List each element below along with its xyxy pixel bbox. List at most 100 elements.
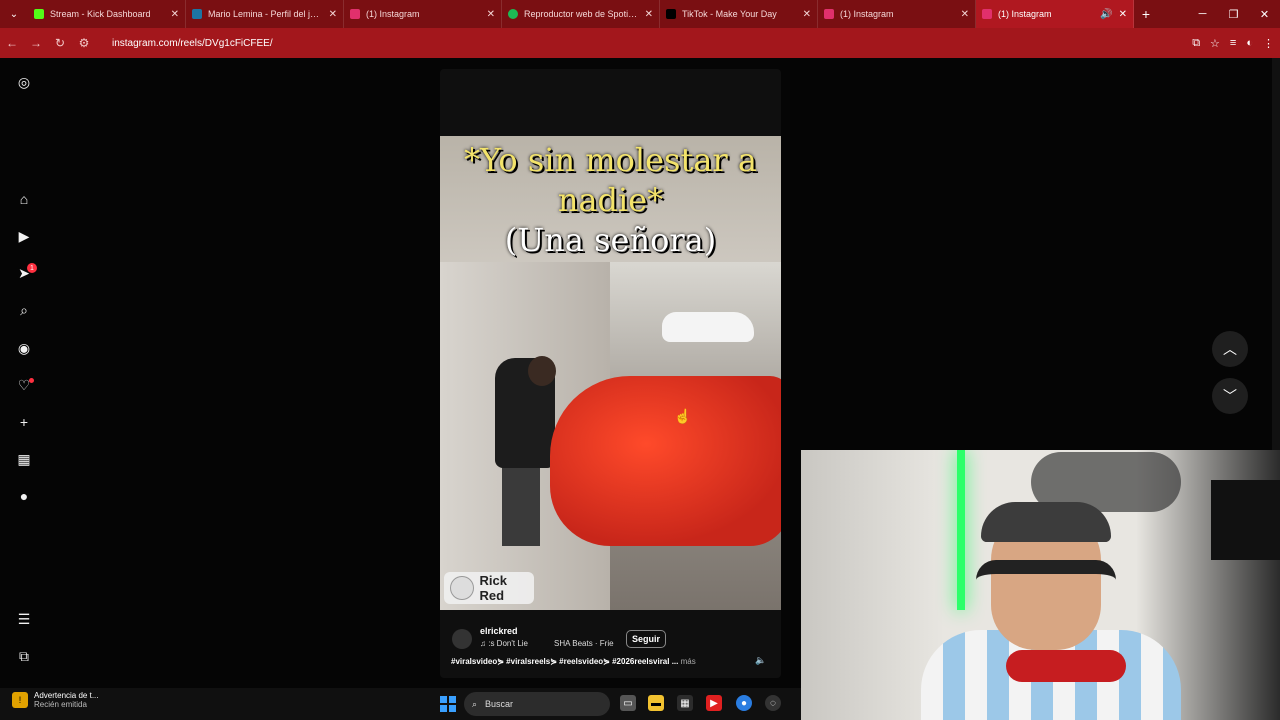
tab-instagram-1[interactable]: (1) Instagram ✕ — [344, 0, 502, 28]
url-field[interactable]: instagram.com/reels/DVg1cFiCFEE/ — [112, 38, 273, 49]
instagram-icon — [982, 9, 992, 19]
tab-title: Stream - Kick Dashboard — [50, 9, 151, 19]
close-icon[interactable]: ✕ — [803, 9, 811, 20]
search-icon[interactable]: ⌕ — [14, 300, 34, 320]
tab-kick[interactable]: Stream - Kick Dashboard ✕ — [28, 0, 186, 28]
close-icon[interactable]: ✕ — [329, 9, 337, 20]
creator-face-icon — [450, 576, 474, 600]
hashtags-text[interactable]: #viralsvideo⋟ #viralsreels⋟ #reelsvideo⋟… — [451, 657, 678, 666]
tab-strip: ⌄ Stream - Kick Dashboard ✕ Mario Lemina… — [0, 0, 1280, 28]
creator-watermark: Rick Red — [444, 572, 534, 604]
video-caption: *Yo sin molestar a nadie* (Una señora) — [440, 140, 781, 260]
media-controls-icon[interactable]: ≡ — [1230, 37, 1236, 49]
creator-username[interactable]: elrickred — [480, 626, 518, 636]
reels-icon[interactable]: ▶ — [14, 226, 34, 246]
dashboard-icon[interactable]: ▦ — [14, 449, 34, 469]
youtube-icon[interactable]: ▶ — [706, 695, 722, 711]
reel-player[interactable]: *Yo sin molestar a nadie* (Una señora) R… — [440, 69, 781, 678]
install-icon[interactable]: ⧉ — [1192, 37, 1200, 50]
tab-spotify[interactable]: Reproductor web de Spotify: m ✕ — [502, 0, 660, 28]
file-explorer-icon[interactable]: ▬ — [648, 695, 664, 711]
tab-instagram-2[interactable]: (1) Instagram ✕ — [818, 0, 976, 28]
caption-main: *Yo sin molestar a nadie* — [464, 141, 757, 219]
create-icon[interactable]: + — [14, 412, 34, 432]
instagram-logo-icon[interactable]: ◎ — [14, 72, 34, 92]
profile-avatar[interactable]: ● — [14, 486, 34, 506]
bookmark-star-icon[interactable]: ☆ — [1210, 37, 1220, 50]
previous-reel-button[interactable]: ︿ — [1212, 331, 1248, 367]
video-scene-person-legs — [502, 466, 540, 546]
close-icon[interactable]: ✕ — [961, 9, 969, 20]
webcam-green-light — [957, 450, 965, 610]
tab-tiktok[interactable]: TikTok - Make Your Day ✕ — [660, 0, 818, 28]
minimize-icon[interactable]: ─ — [1187, 0, 1218, 28]
speaker-icon[interactable]: 🔊 — [1100, 9, 1112, 20]
search-input[interactable]: Buscar — [485, 699, 513, 709]
more-menu-icon[interactable]: ⋮ — [1263, 37, 1274, 50]
restore-icon[interactable]: ❐ — [1218, 0, 1249, 28]
video-scene-person-head — [528, 356, 556, 386]
kick-icon — [34, 9, 44, 19]
explore-icon[interactable]: ◉ — [14, 338, 34, 358]
tab-title: Mario Lemina - Perfil del jugad — [208, 9, 323, 19]
home-icon[interactable]: ⌂ — [14, 189, 34, 209]
new-tab-button[interactable]: + — [1134, 6, 1158, 22]
also-from-meta-icon[interactable]: ⧉ — [14, 646, 34, 666]
tab-instagram-active[interactable]: (1) Instagram 🔊 ✕ — [976, 0, 1134, 28]
site-info-icon[interactable]: ⚙ — [72, 36, 96, 50]
notification-subtitle: Recién emitida — [34, 700, 87, 709]
notification-title: Advertencia de t... — [34, 691, 99, 700]
webcam-microphone — [1006, 650, 1126, 682]
reel-hashtags: #viralsvideo⋟ #viralsreels⋟ #reelsvideo⋟… — [451, 657, 696, 666]
back-icon[interactable]: ← — [0, 36, 24, 50]
close-window-icon[interactable]: ✕ — [1249, 0, 1280, 28]
microsoft-store-icon[interactable]: ▦ — [677, 695, 693, 711]
reel-video[interactable]: *Yo sin molestar a nadie* (Una señora) R… — [440, 136, 781, 610]
more-menu-icon[interactable]: ☰ — [14, 609, 34, 629]
steam-icon[interactable]: ◌ — [765, 695, 781, 711]
audio-track[interactable]: ♫ :s Don't Lie — [480, 639, 528, 648]
reel-info: elrickred ♫ :s Don't Lie SHA Beats · Fri… — [440, 621, 781, 678]
volume-icon[interactable]: 🔈 — [755, 655, 766, 666]
chevron-up-icon: ︿ — [1223, 341, 1237, 357]
taskbar-search[interactable]: ⌕ Buscar — [464, 692, 610, 716]
more-link[interactable]: más — [681, 657, 696, 666]
close-icon[interactable]: ✕ — [171, 9, 179, 20]
window-controls: ─ ❐ ✕ — [1187, 0, 1280, 28]
close-icon[interactable]: ✕ — [1119, 9, 1127, 20]
windows-start-icon[interactable] — [440, 696, 456, 712]
tab-title: (1) Instagram — [840, 9, 894, 19]
close-icon[interactable]: ✕ — [487, 9, 495, 20]
tab-title: Reproductor web de Spotify: m — [524, 9, 639, 19]
streamer-webcam-overlay — [801, 450, 1280, 720]
tab-search-button[interactable]: ⌄ — [0, 0, 28, 28]
address-bar: ← → ↻ ⚙ instagram.com/reels/DVg1cFiCFEE/… — [0, 28, 1280, 58]
instagram-icon — [350, 9, 360, 19]
video-scene-red-car — [550, 376, 781, 546]
webcam-monitor — [1211, 480, 1280, 560]
profile-avatar[interactable]: ◐ — [1246, 37, 1253, 49]
follow-button[interactable]: Seguir — [626, 630, 667, 648]
video-scene-white-car — [662, 312, 754, 342]
task-view-icon[interactable]: ▭ — [620, 695, 636, 711]
windows-taskbar: ! Advertencia de t... Recién emitida ⌕ B… — [0, 688, 801, 720]
taskbar-notification[interactable]: ! Advertencia de t... Recién emitida — [12, 691, 98, 709]
tab-title: (1) Instagram — [366, 9, 420, 19]
creator-avatar[interactable] — [452, 629, 472, 649]
reload-icon[interactable]: ↻ — [48, 36, 72, 50]
forward-icon[interactable]: → — [24, 36, 48, 50]
mouse-pointer-icon: ☝ — [674, 408, 692, 424]
close-icon[interactable]: ✕ — [645, 9, 653, 20]
caption-sub: (Una señora) — [504, 221, 717, 259]
tab-transfermarkt[interactable]: Mario Lemina - Perfil del jugad ✕ — [186, 0, 344, 28]
warning-icon: ! — [12, 692, 28, 708]
next-reel-button[interactable]: ﹀ — [1212, 378, 1248, 414]
instagram-icon — [824, 9, 834, 19]
chrome-icon[interactable]: ● — [736, 695, 752, 711]
transfermarkt-icon — [192, 9, 202, 19]
audio-track-secondary[interactable]: SHA Beats · Frie — [554, 639, 614, 648]
watermark-text: Rick Red — [479, 573, 507, 603]
address-actions: ⧉ ☆ ≡ ◐ ⋮ — [1192, 28, 1274, 58]
tab-title: (1) Instagram — [998, 9, 1052, 19]
notification-badge: 1 — [27, 263, 37, 273]
